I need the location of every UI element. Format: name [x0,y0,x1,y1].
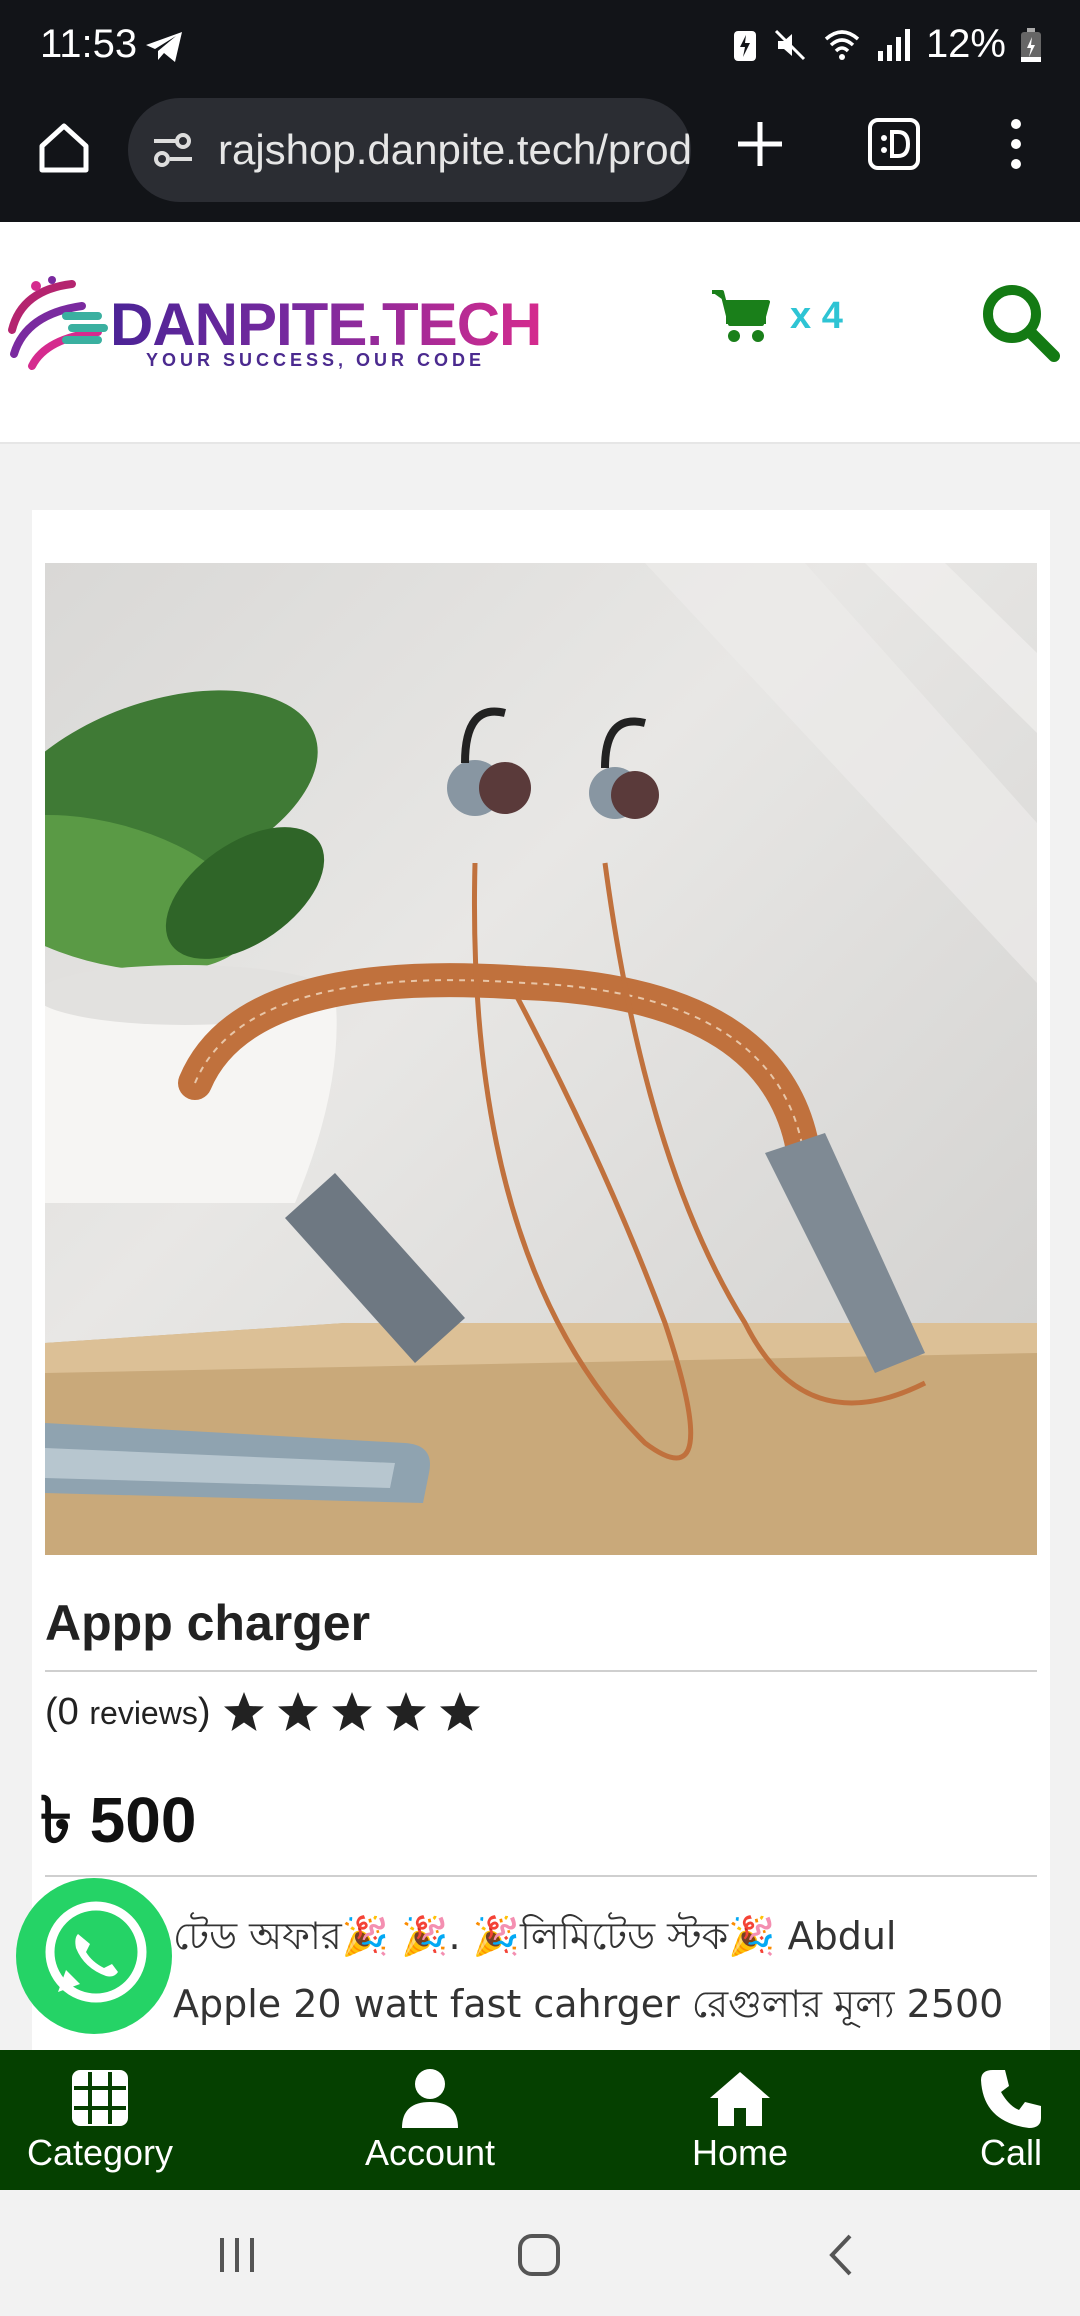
logo-mark-icon[interactable] [2,270,114,374]
nav-account-label: Account [364,2132,496,2173]
grid-icon [72,2070,128,2126]
battery-icon [1021,27,1041,62]
product-photo-illustration [45,563,1037,1555]
star-icon [332,1692,373,1731]
reviews-count[interactable]: (0 reviews) [45,1691,210,1734]
price-divider [45,1875,1037,1877]
browser-toolbar: rajshop.danpite.tech/product [0,92,1080,222]
battery-saver-icon [733,30,756,61]
back-icon[interactable] [818,2230,868,2280]
home-system-icon[interactable] [514,2230,564,2280]
star-icon [278,1692,319,1731]
logo-tagline: YOUR SUCCESS, OUR CODE [146,350,486,370]
nav-category[interactable]: Category [20,2050,180,2190]
star-icon [224,1692,265,1731]
star-icon [386,1692,427,1731]
phone-icon [981,2070,1041,2128]
cart-count: x 4 [790,294,843,337]
search-icon[interactable] [978,280,1062,364]
site-settings-icon[interactable] [150,127,196,173]
address-bar[interactable]: rajshop.danpite.tech/product [128,98,691,202]
nav-account[interactable]: Account [350,2050,510,2190]
nav-call[interactable]: Call [946,2050,1076,2190]
user-icon [402,2069,458,2128]
system-navigation-bar [0,2190,1080,2316]
reviews-row: (0 reviews) [45,1690,482,1734]
mute-icon [774,29,805,60]
product-description: টেড অফার🎉 🎉. 🎉লিমিটেড স্টক🎉 Abdul Apple … [45,1902,1035,2038]
tab-switcher-icon[interactable] [866,116,922,172]
logo-text[interactable]: DANPITE.TECH [110,290,542,359]
star-icon [440,1692,481,1731]
nav-home-label: Home [691,2132,789,2173]
title-divider [45,1670,1037,1672]
product-title: Appp charger [45,1595,371,1651]
home-icon[interactable] [34,118,94,178]
product-card: Appp charger (0 reviews) ৳ 500 টেড অফার🎉… [32,510,1050,2050]
new-tab-icon[interactable] [732,116,788,172]
whatsapp-icon[interactable] [14,1876,174,2036]
cart-button[interactable]: x 4 [710,288,843,344]
site-header: DANPITE.TECH YOUR SUCCESS, OUR CODE x 4 [0,222,1080,444]
wifi-icon [824,29,860,60]
rating-stars [222,1690,482,1734]
nav-category-label: Category [26,2132,174,2173]
home-icon [710,2072,770,2126]
nav-home[interactable]: Home [660,2050,820,2190]
battery-percent: 12% [925,22,1006,66]
status-time: 11:53 [40,22,138,66]
signal-icon [877,28,910,61]
telegram-icon [146,32,182,62]
description-line: টেড অফার🎉 🎉. 🎉লিমিটেড স্টক🎉 Abdul [173,1914,897,1958]
product-image[interactable] [45,563,1037,1555]
nav-call-label: Call [979,2132,1042,2173]
recent-apps-icon[interactable] [212,2230,262,2280]
more-menu-icon[interactable] [1001,114,1031,174]
bottom-nav: Category Account Home Call [0,2050,1080,2190]
url-text: rajshop.danpite.tech/product [218,126,691,173]
product-price: ৳ 500 [40,1784,197,1856]
status-icons: 12% [732,22,1042,67]
description-line: Apple 20 watt fast cahrger রেগুলার মূল্য… [173,1982,1004,2026]
status-bar: 11:53 12% [0,0,1080,92]
cart-icon [712,290,770,342]
